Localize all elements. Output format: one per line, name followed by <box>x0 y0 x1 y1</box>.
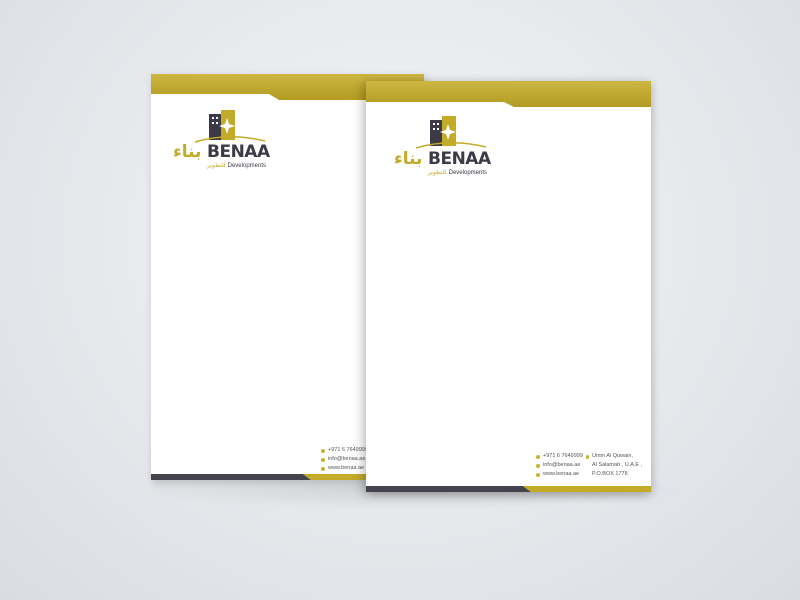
letterhead-front-sheet: بناء BENAA للتطوير Developments +971 6 76… <box>366 81 651 492</box>
phone-icon <box>536 454 540 459</box>
address-block: Umm Al Quwain, Al Salamah , U.A.E , P.O.… <box>586 452 642 479</box>
address-line-2: Al Salamah , U.A.E , <box>592 462 643 468</box>
contact-block: +971 6 7649999 info@benaa.ae www.benaa.a… <box>321 446 368 473</box>
contact-phone: +971 6 7649999 <box>321 446 368 455</box>
benaa-logo: بناء BENAA للتطوير Developments <box>173 108 293 178</box>
address-line-1: Umm Al Quwain, <box>586 452 642 461</box>
contact-phone: +971 6 7649999 <box>536 452 583 461</box>
globe-icon <box>321 466 325 471</box>
logo-wordmark: BENAA <box>207 142 270 162</box>
address-line-3: P.O.BOX 1778 <box>592 471 628 477</box>
location-pin-icon <box>586 454 589 459</box>
phone-icon <box>321 448 325 453</box>
contact-website: www.benaa.ae <box>536 470 583 479</box>
mail-icon <box>321 457 325 462</box>
logo-tagline: للتطوير Developments <box>428 170 487 176</box>
contact-email: info@benaa.ae <box>321 455 368 464</box>
logo-wordmark: BENAA <box>428 149 491 169</box>
logo-tagline: للتطوير Developments <box>207 163 266 169</box>
contact-email: info@benaa.ae <box>536 461 583 470</box>
logo-arabic-wordmark: بناء <box>173 142 202 162</box>
benaa-logo: بناء BENAA للتطوير Developments <box>394 114 514 184</box>
logo-arabic-wordmark: بناء <box>394 149 423 169</box>
globe-icon <box>536 472 540 477</box>
contact-block: +971 6 7649999 info@benaa.ae www.benaa.a… <box>536 452 583 479</box>
mail-icon <box>536 463 540 468</box>
contact-website: www.benaa.ae <box>321 464 368 473</box>
dark-footer-band <box>366 486 651 492</box>
